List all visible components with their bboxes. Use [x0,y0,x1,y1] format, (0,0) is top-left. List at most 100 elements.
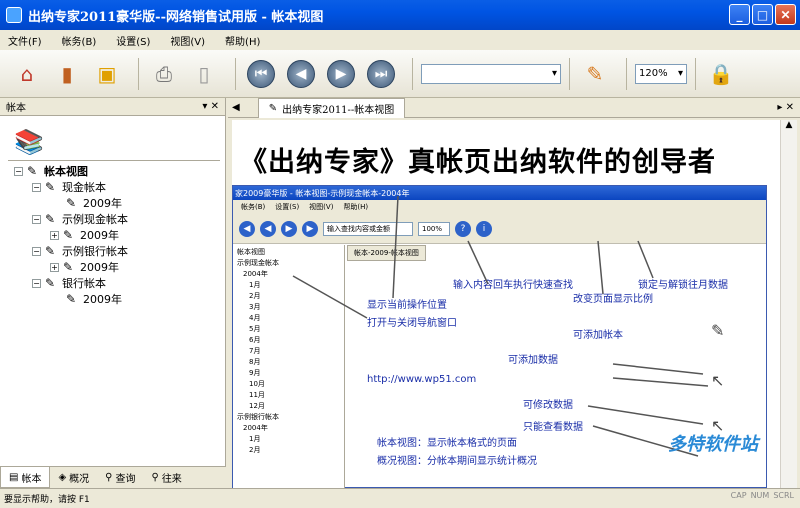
search-combo[interactable]: ▾ [421,63,561,84]
tab-scroll-left-icon[interactable]: ◀ [232,102,240,113]
num-indicator: NUM [750,491,770,500]
save-button[interactable]: ▣ [90,57,124,91]
expander-icon[interactable]: − [14,166,23,176]
account-icon: ✎ [45,212,56,226]
close-button[interactable]: ✕ [775,4,796,25]
headline: 《出纳专家》真帐页出纳软件的创导者 [240,147,716,178]
expander-icon[interactable]: − [32,278,41,288]
tab-books[interactable]: ▤ 帐本 [0,467,51,488]
prev-button[interactable]: ◀ [284,57,318,91]
lock-button[interactable]: 🔒 [704,57,738,91]
menu-account[interactable]: 帐务(B) [62,33,97,48]
menu-bar: 文件(F) 帐务(B) 设置(S) 视图(V) 帮助(H) [0,30,800,50]
expander-icon[interactable]: − [32,246,41,256]
tree-node[interactable]: + ✎ 2009年 [50,259,119,275]
tree-label: 2009年 [83,293,122,306]
add-book-button[interactable]: ▮ [50,57,84,91]
title-bar: 出纳专家2011豪华版--网络销售试用版 - 帐本视图 _ □ ✕ [0,0,800,30]
book-icon: ✎ [66,292,77,306]
panel-header: 帐本 ▾ ✕ [0,98,225,116]
tree-node[interactable]: − ✎ 帐本视图 [14,163,88,179]
menu-settings[interactable]: 设置(S) [116,33,150,48]
book-icon: ✎ [66,196,77,210]
svg-text:↖: ↖ [711,371,724,390]
books-icon: 📚 [14,128,44,156]
document-tabs: ◀ ✎ 出纳专家2011--帐本视图 ▸ ✕ [228,97,800,118]
home-button[interactable]: ⌂ [10,57,44,91]
left-panel: 帐本 ▾ ✕ 📚 − ✎ 帐本视图 − ✎ 现金帐本 ✎ 2009年 − ✎ 示例现金帐本 + ✎… [0,98,226,488]
panel-close-icon[interactable]: ✕ [211,101,219,112]
tree-label: 2009年 [80,261,119,274]
tab-label: 往来 [161,474,182,485]
expander-icon[interactable]: − [32,182,41,192]
svg-text:✎: ✎ [711,321,724,340]
expander-icon[interactable]: + [50,230,59,240]
next-button[interactable]: ▶ [324,57,358,91]
lock-icon: 🔒 [708,61,734,86]
chevron-down-icon: ▾ [677,68,683,79]
menu-view[interactable]: 视图(V) [170,33,205,48]
menu-help[interactable]: 帮助(H) [225,33,260,48]
book-icon: ✎ [63,228,74,242]
app-icon [6,7,22,23]
tree-label: 帐本视图 [44,165,88,178]
tab-label: 概况 [69,474,90,485]
last-button[interactable]: ⏭ [364,57,398,91]
book-icon: ▤ [9,471,19,483]
first-icon: ⏮ [247,59,275,88]
scroll-up-icon[interactable]: ▲ [781,120,797,137]
account-icon: ✎ [45,180,56,194]
tab-overview[interactable]: ◈ 概况 [50,467,97,488]
settings-button[interactable]: ✎ [578,57,612,91]
tree-label: 示例银行帐本 [62,245,128,258]
last-icon: ⏭ [367,59,395,88]
zoom-value: 120% [639,68,668,79]
tree-node[interactable]: ✎ 2009年 [66,195,122,211]
tree-node[interactable]: ✎ 2009年 [66,291,122,307]
menu-file[interactable]: 文件(F) [8,33,42,48]
vertical-scrollbar[interactable]: ▲ [780,120,797,488]
print-button[interactable]: ⎙ [147,57,181,91]
tree-node[interactable]: − ✎ 示例银行帐本 [32,243,128,259]
next-icon: ▶ [327,59,355,88]
book-add-icon: ▮ [61,61,73,86]
tree-node[interactable]: − ✎ 现金帐本 [32,179,106,195]
tab-label: 帐本 [21,473,42,485]
doc-close-icon[interactable]: ▸ ✕ [777,102,794,113]
cap-indicator: CAP [730,491,747,500]
book-icon: ✎ [63,260,74,274]
tree-node[interactable]: − ✎ 银行帐本 [32,275,106,291]
status-text: 要显示帮助，请按 F1 [4,495,90,505]
account-icon: ✎ [45,276,56,290]
document-tab[interactable]: ✎ 出纳专家2011--帐本视图 [257,97,406,118]
new-page-button[interactable]: ▯ [187,57,221,91]
page-icon: ▯ [198,61,210,86]
account-icon: ✎ [27,164,38,178]
pencil-icon: ✎ [268,102,278,114]
tree-label: 2009年 [83,197,122,210]
expander-icon[interactable]: − [32,214,41,224]
bottom-tabs: ▤ 帐本 ◈ 概况 ⚲ 查询 ⚲ 往来 [0,466,226,488]
watermark: 多特软件站 [668,434,758,455]
first-button[interactable]: ⏮ [244,57,278,91]
minimize-button[interactable]: _ [729,4,750,25]
status-bar: 要显示帮助，请按 F1 CAP NUM SCRL [0,488,800,508]
account-icon: ✎ [45,244,56,258]
tree-node[interactable]: − ✎ 示例现金帐本 [32,211,128,227]
account-tree: − ✎ 帐本视图 − ✎ 现金帐本 ✎ 2009年 − ✎ 示例现金帐本 + ✎ 2009年 − ✎… [8,160,220,490]
tab-query[interactable]: ⚲ 查询 [97,467,143,488]
tab-label: 查询 [115,474,136,485]
overview-icon: ◈ [58,472,67,483]
maximize-button[interactable]: □ [752,4,773,25]
panel-menu-icon[interactable]: ▾ [202,101,207,112]
expander-icon[interactable]: + [50,262,59,272]
window-title: 出纳专家2011豪华版--网络销售试用版 - 帐本视图 [28,9,324,25]
chevron-down-icon: ▾ [551,68,557,79]
doc-tab-label: 出纳专家2011--帐本视图 [282,104,395,116]
panel-title: 帐本 [6,103,26,114]
tree-node[interactable]: + ✎ 2009年 [50,227,119,243]
tab-contacts[interactable]: ⚲ 往来 [143,467,189,488]
zoom-select[interactable]: 120% ▾ [635,63,687,84]
query-icon: ⚲ [105,472,113,483]
toolbar: ⌂ ▮ ▣ ⎙ ▯ ⏮ ◀ ▶ ⏭ ▾ ✎ 120% ▾ 🔒 [0,50,800,98]
